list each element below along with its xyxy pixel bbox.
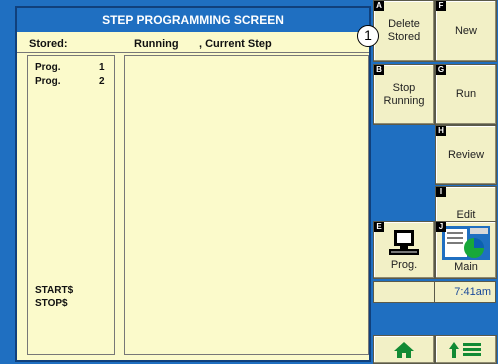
key-f-badge: F bbox=[436, 1, 446, 11]
stop-running-button[interactable]: B Stop Running bbox=[373, 64, 435, 125]
stop-running-label-line2: Running bbox=[383, 94, 425, 107]
run-button[interactable]: G Run bbox=[435, 64, 497, 125]
review-label: Review bbox=[447, 148, 485, 161]
up-arrow-list-icon bbox=[449, 341, 481, 358]
key-j-badge: J bbox=[436, 222, 446, 232]
program-label: Prog. bbox=[35, 76, 61, 87]
running-header: Running bbox=[134, 38, 179, 50]
stop-running-label-line1: Stop bbox=[392, 81, 416, 94]
delete-stored-label-line2: Stored bbox=[387, 31, 421, 43]
key-a-badge: A bbox=[374, 1, 384, 11]
program-label: Prog. bbox=[35, 62, 61, 73]
key-e-badge: E bbox=[374, 222, 384, 232]
home-icon bbox=[394, 341, 414, 358]
delete-stored-label-line1: Delete bbox=[388, 18, 420, 30]
running-programs-list[interactable] bbox=[124, 55, 369, 355]
stored-header: Stored: bbox=[29, 38, 68, 50]
run-label: Run bbox=[455, 88, 477, 100]
stored-program-item[interactable]: Prog. 1 bbox=[35, 62, 113, 73]
key-b-badge: B bbox=[374, 65, 384, 75]
home-button[interactable] bbox=[373, 335, 435, 364]
program-number: 2 bbox=[99, 76, 105, 87]
step-programming-screen: STEP PROGRAMMING SCREEN Stored: Running … bbox=[0, 0, 498, 364]
column-header-row: Stored: Running , Current Step bbox=[17, 33, 369, 53]
edit-label: Edit bbox=[456, 208, 476, 221]
callout-number: 1 bbox=[357, 25, 379, 47]
program-list-panel: STEP PROGRAMMING SCREEN Stored: Running … bbox=[15, 6, 371, 362]
new-button[interactable]: F New bbox=[435, 0, 497, 62]
key-h-badge: H bbox=[436, 126, 446, 136]
main-button[interactable]: J Main bbox=[435, 221, 497, 279]
clock-display: 7:41am bbox=[434, 281, 496, 303]
stop-marker: STOP$ bbox=[35, 298, 68, 309]
screen-title: STEP PROGRAMMING SCREEN bbox=[17, 8, 369, 32]
review-button[interactable]: H Review bbox=[435, 125, 497, 185]
stored-programs-list[interactable]: Prog. 1 Prog. 2 START$ STOP$ bbox=[27, 55, 115, 355]
new-label: New bbox=[454, 24, 477, 37]
status-bar bbox=[373, 281, 435, 303]
stop-running-label: Stop Running bbox=[384, 82, 425, 108]
start-marker: START$ bbox=[35, 285, 74, 296]
current-step-header: , Current Step bbox=[199, 38, 272, 50]
key-g-badge: G bbox=[436, 65, 446, 75]
main-screen-thumbnail-icon bbox=[442, 226, 490, 260]
stored-program-item[interactable]: Prog. 2 bbox=[35, 76, 113, 87]
delete-stored-label: Delete Stored bbox=[388, 18, 420, 44]
prog-button[interactable]: E Prog. bbox=[373, 221, 435, 279]
key-i-badge: I bbox=[436, 187, 446, 197]
up-menu-button[interactable] bbox=[435, 335, 497, 364]
main-label: Main bbox=[454, 261, 478, 273]
program-number: 1 bbox=[99, 62, 105, 73]
delete-stored-button[interactable]: A Delete Stored bbox=[373, 0, 435, 62]
computer-icon bbox=[389, 229, 419, 255]
prog-label: Prog. bbox=[390, 258, 418, 271]
